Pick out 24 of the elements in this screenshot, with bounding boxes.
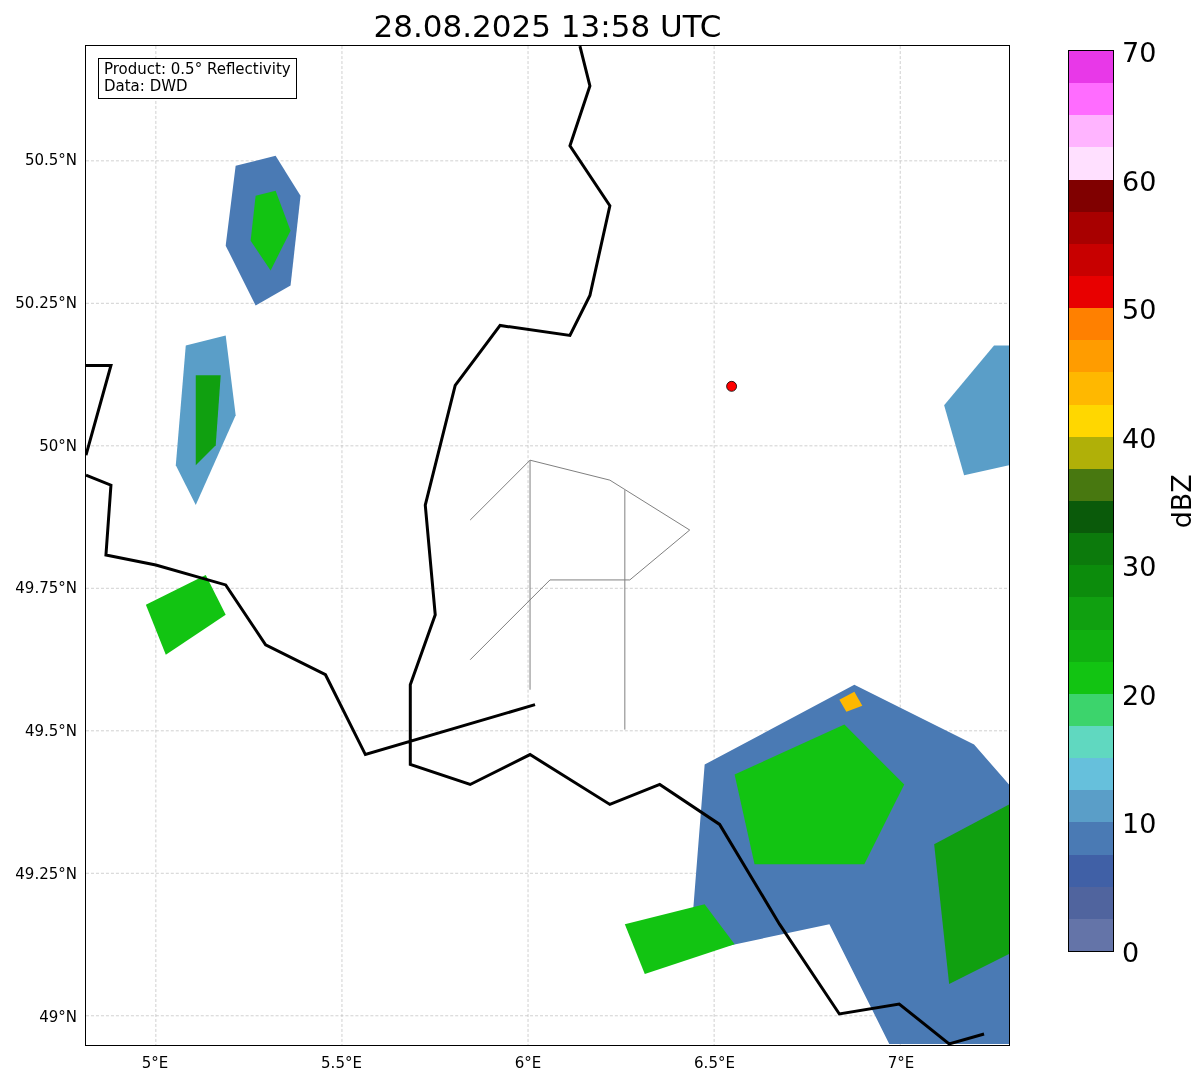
axis-tick-label: 6.5°E [694,1053,735,1074]
axis-tick-label: 49°N [39,1006,77,1028]
axis-tick-label: 49.75°N [15,578,77,600]
colorbar-tick-label: 60 [1122,167,1157,195]
colorbar-tick-label: 50 [1122,295,1157,323]
axis-tick-label: 49.25°N [15,863,77,885]
legend-text: Product: 0.5° Reflectivity [104,61,291,79]
colorbar-tick-label: 0 [1122,938,1140,966]
colorbar-tick-label: 30 [1122,552,1157,580]
colorbar-label: dBZ [1164,473,1198,529]
axis-tick-label: 7°E [887,1053,915,1074]
axis-tick-label: 5°E [141,1053,169,1074]
colorbar-tick-label: 10 [1122,809,1157,837]
axis-tick-label: 5.5°E [321,1053,362,1074]
colorbar-tick-label: 70 [1122,38,1157,66]
axis-tick-label: 49.5°N [24,720,77,742]
colorbar-tick-label: 20 [1122,681,1157,709]
chart-title: 28.08.2025 13:58 UTC [372,11,723,45]
axis-tick-label: 50.5°N [24,149,77,171]
axis-tick-label: 6°E [514,1053,542,1074]
axis-tick-label: 50.25°N [15,292,77,314]
colorbar-tick-label: 40 [1122,424,1157,452]
axis-tick-label: 50°N [39,435,77,457]
legend-text: Data: DWD [104,78,189,96]
